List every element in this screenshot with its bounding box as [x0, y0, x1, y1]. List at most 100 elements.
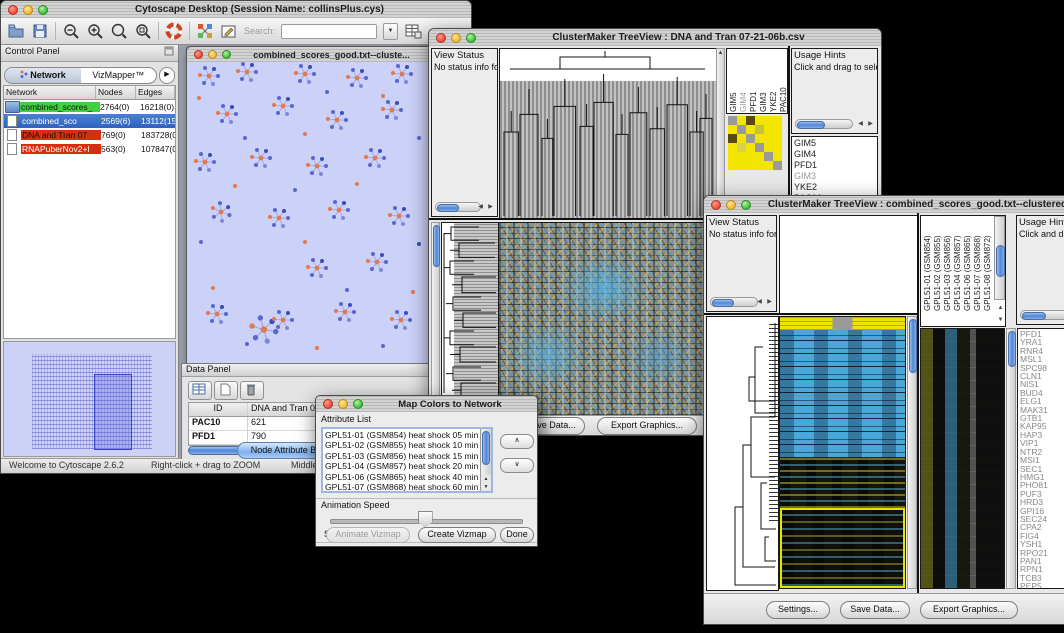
gene-label[interactable]: GIM5	[794, 138, 875, 149]
network-canvas-1[interactable]	[187, 62, 432, 363]
annotation-icon[interactable]	[220, 22, 238, 40]
treeview2-titlebar[interactable]: ClusterMaker TreeView : combined_scores_…	[704, 196, 1064, 214]
gene-label[interactable]: HRD3	[1020, 498, 1064, 506]
tab-vizmapper[interactable]: VizMapper™	[81, 68, 157, 83]
scroll-up-icon[interactable]	[996, 305, 1005, 312]
export-graphics-button[interactable]: Export Graphics...	[597, 417, 697, 435]
scroll-left-icon[interactable]	[755, 299, 764, 306]
column-dendrogram[interactable]	[779, 215, 918, 314]
column-label[interactable]: PFD1	[749, 50, 758, 112]
top-strip-vscrollbar[interactable]	[716, 48, 725, 217]
row-dendrogram[interactable]	[706, 316, 779, 591]
minimize-button[interactable]	[726, 200, 736, 210]
zoom-button[interactable]	[38, 5, 48, 15]
column-label[interactable]: GPL51-01 (GSM854)	[923, 217, 932, 311]
column-label[interactable]: PAC10	[779, 50, 788, 112]
gene-label[interactable]: GTB1	[1020, 414, 1064, 422]
animate-vizmap-button[interactable]: Animate Vizmap	[326, 527, 410, 543]
birdseye-viewport-rect[interactable]	[94, 374, 132, 450]
float-panel-icon[interactable]	[164, 46, 174, 56]
network-row[interactable]: combined_sco 2569(6) 13112(15)	[4, 114, 175, 128]
minimize-button[interactable]	[451, 33, 461, 43]
gene-label[interactable]: VIP1	[1020, 439, 1064, 447]
done-button[interactable]: Done	[500, 527, 534, 543]
network-nodes-icon[interactable]	[196, 22, 214, 40]
gene-label[interactable]: GPI16	[1020, 507, 1064, 515]
gene-label[interactable]: SEC1	[1020, 465, 1064, 473]
network-row[interactable]: RNAPuberNov2+I 563(0) 107847(0)	[4, 142, 175, 156]
close-button[interactable]	[436, 33, 446, 43]
column-label[interactable]: GPL51-02 (GSM855)	[933, 217, 942, 311]
attribute-list-scroll-arrows[interactable]: ▲▼	[480, 475, 491, 491]
hints-hscrollbar[interactable]	[1020, 310, 1064, 320]
attribute-item[interactable]: GPL51-07 (GSM868) heat shock 60 min	[325, 482, 489, 492]
gene-label[interactable]: KAP95	[1020, 422, 1064, 430]
zoom-button[interactable]	[222, 50, 231, 59]
save-data-button[interactable]: Save Data...	[840, 601, 910, 619]
minimize-button[interactable]	[23, 5, 33, 15]
zoom-out-icon[interactable]	[62, 22, 80, 40]
scroll-right-icon[interactable]	[486, 204, 495, 211]
help-lifesaver-icon[interactable]	[165, 22, 183, 40]
status-hscrollbar[interactable]	[710, 297, 758, 307]
gene-label[interactable]: YKE2	[794, 182, 875, 193]
attribute-item[interactable]: GPL51-02 (GSM855) heat shock 10 min	[325, 440, 489, 450]
gene-label[interactable]: MAK31	[1020, 406, 1064, 414]
network-row[interactable]: DNA and Tran 07 769(0) 183728(0)	[4, 128, 175, 142]
column-label[interactable]: GPL51-08 (GSM872)	[983, 217, 992, 311]
expression-heatmap[interactable]	[498, 222, 714, 416]
zoom-fit-icon[interactable]	[110, 22, 128, 40]
scroll-left-icon[interactable]	[476, 204, 485, 211]
new-attribute-tab[interactable]	[214, 381, 238, 400]
hints-hscrollbar[interactable]	[795, 119, 853, 129]
expression-heatmap[interactable]	[779, 316, 906, 589]
gene-label[interactable]: CLN1	[1020, 372, 1064, 380]
status-hscrollbar[interactable]	[435, 202, 481, 212]
gene-label[interactable]: MSL1	[1020, 355, 1064, 363]
gene-label[interactable]: NIS1	[1020, 380, 1064, 388]
heatmap-vscrollbar[interactable]	[907, 316, 917, 589]
heatmap-selected-cluster[interactable]	[780, 508, 905, 588]
gene-label[interactable]: HMG1	[1020, 473, 1064, 481]
attribute-list[interactable]: GPL51-01 (GSM854) heat shock 05 minGPL51…	[321, 427, 493, 493]
gene-label[interactable]: TCB3	[1020, 574, 1064, 582]
attribute-table-tab[interactable]	[188, 381, 212, 400]
gene-label[interactable]: PEP5	[1020, 582, 1064, 589]
column-dendrogram[interactable]	[499, 48, 717, 219]
column-labels-vscrollbar[interactable]	[994, 216, 1005, 300]
move-down-button[interactable]: ∨	[500, 458, 534, 473]
attribute-item[interactable]: GPL51-06 (GSM865) heat shock 40 min	[325, 472, 489, 482]
gene-label[interactable]: SEC24	[1020, 515, 1064, 523]
gene-list-vscrollbar[interactable]	[1006, 328, 1016, 589]
attribute-list-vscrollbar[interactable]	[480, 429, 491, 475]
zoomed-heatmap-detail[interactable]	[920, 328, 1005, 589]
row-dendrogram[interactable]	[441, 222, 499, 418]
gene-label[interactable]: GIM4	[794, 149, 875, 160]
column-label[interactable]: GPL51-06 (GSM865)	[963, 217, 972, 311]
attribute-item[interactable]: GPL51-03 (GSM856) heat shock 15 min	[325, 451, 489, 461]
column-label[interactable]: GPL51-03 (GSM856)	[943, 217, 952, 311]
gene-label[interactable]: RPN1	[1020, 565, 1064, 573]
speed-slider-thumb[interactable]	[418, 511, 433, 528]
zoom-button[interactable]	[466, 33, 476, 43]
network-window-1[interactable]: combined_scores_good.txt--cluste...	[186, 46, 433, 364]
gene-label[interactable]: ELG1	[1020, 397, 1064, 405]
scroll-right-icon[interactable]	[866, 121, 875, 128]
gene-label[interactable]: YRA1	[1020, 338, 1064, 346]
gene-label[interactable]: PUF3	[1020, 490, 1064, 498]
gene-label[interactable]: RPO21	[1020, 549, 1064, 557]
gene-label[interactable]: PHO81	[1020, 481, 1064, 489]
scroll-left-icon[interactable]	[856, 121, 865, 128]
gene-label[interactable]: BUD4	[1020, 389, 1064, 397]
minimize-button[interactable]	[208, 50, 217, 59]
attribute-item[interactable]: GPL51-01 (GSM854) heat shock 05 min	[325, 430, 489, 440]
close-button[interactable]	[711, 200, 721, 210]
main-titlebar[interactable]: Cytoscape Desktop (Session Name: collins…	[1, 1, 471, 19]
gene-label[interactable]: FIG4	[1020, 532, 1064, 540]
gene-label[interactable]: RNR4	[1020, 347, 1064, 355]
open-session-icon[interactable]	[7, 22, 25, 40]
gene-label[interactable]: YSH1	[1020, 540, 1064, 548]
zoom-button[interactable]	[353, 399, 363, 409]
column-label[interactable]: GPL51-04 (GSM857)	[953, 217, 962, 311]
minimize-button[interactable]	[338, 399, 348, 409]
